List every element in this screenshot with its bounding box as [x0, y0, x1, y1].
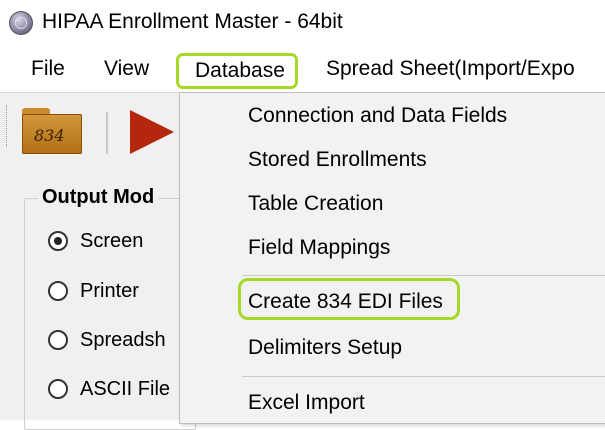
window-title: HIPAA Enrollment Master - 64bit	[42, 10, 343, 33]
menu-bar: File View Database Spread Sheet(Import/E…	[0, 46, 605, 92]
menu-item-stored-enrollments[interactable]: Stored Enrollments	[248, 145, 427, 175]
database-dropdown-menu: Connection and Data Fields Stored Enroll…	[179, 92, 605, 424]
menu-separator	[242, 275, 605, 276]
radio-label: Printer	[80, 279, 139, 302]
menu-view[interactable]: View	[104, 46, 149, 92]
app-logo-icon	[9, 11, 33, 35]
folder-834-label: 834	[34, 126, 65, 145]
radio-printer[interactable]: Printer	[48, 276, 139, 306]
toolbar-separator	[106, 112, 108, 154]
radio-label: ASCII File	[80, 377, 171, 400]
folder-834-icon[interactable]: 834	[22, 108, 82, 154]
menu-item-table-creation[interactable]: Table Creation	[248, 189, 383, 219]
menu-separator	[242, 376, 605, 377]
menu-item-field-mappings[interactable]: Field Mappings	[248, 233, 390, 263]
radio-ascii-file[interactable]: ASCII File	[48, 374, 170, 404]
radio-button[interactable]	[48, 330, 68, 350]
radio-button-checked[interactable]	[48, 231, 68, 251]
radio-label: Spreadsh	[80, 328, 166, 351]
radio-button[interactable]	[48, 281, 68, 301]
output-mode-title: Output Mod	[38, 186, 159, 209]
radio-spreadsheet[interactable]: Spreadsh	[48, 325, 166, 355]
menu-database[interactable]: Database	[176, 53, 298, 89]
radio-button[interactable]	[48, 379, 68, 399]
radio-label: Screen	[80, 229, 144, 252]
toolbar-grip[interactable]	[6, 105, 9, 147]
highlight-create-834-edi-files	[238, 278, 460, 320]
radio-screen[interactable]: Screen	[48, 226, 143, 256]
title-bar: HIPAA Enrollment Master - 64bit	[0, 0, 605, 46]
play-icon[interactable]	[130, 110, 174, 154]
menu-file[interactable]: File	[31, 46, 65, 92]
menu-item-connection-and-data-fields[interactable]: Connection and Data Fields	[248, 101, 507, 131]
menu-item-excel-import[interactable]: Excel Import	[248, 388, 365, 418]
menu-spread-sheet[interactable]: Spread Sheet(Import/Expo	[326, 46, 575, 92]
menu-item-delimiters-setup[interactable]: Delimiters Setup	[248, 333, 402, 363]
